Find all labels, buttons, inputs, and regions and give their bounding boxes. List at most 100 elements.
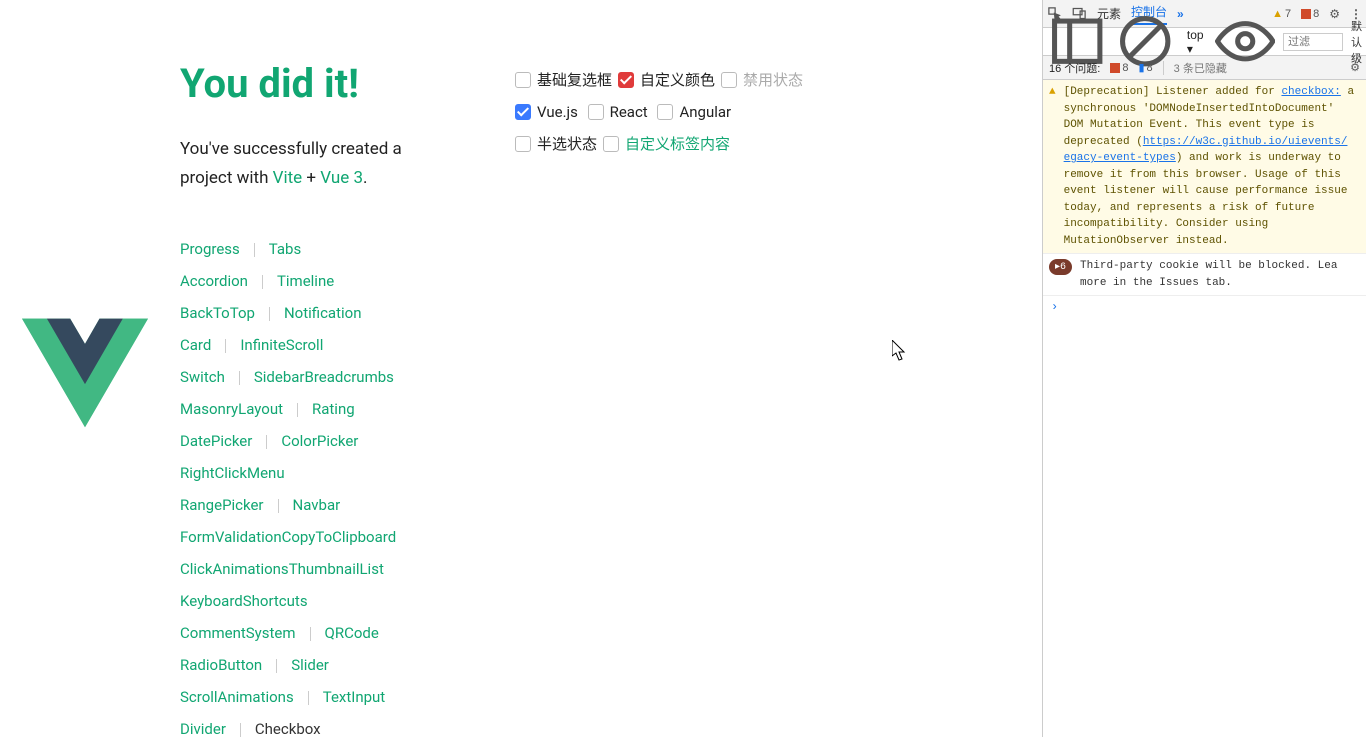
hero-title: You did it! (180, 60, 440, 107)
checkbox-custom-color-label: 自定义颜色 (640, 66, 715, 95)
nav-link-accordion[interactable]: Accordion (180, 272, 248, 290)
nav-link-thumbnaillist[interactable]: ThumbnailList (289, 560, 384, 578)
vue-logo (22, 318, 148, 428)
nav-separator (276, 659, 277, 673)
cookie-count-badge[interactable]: ▸ 6 (1049, 259, 1072, 275)
page-content: You did it! You've successfully created … (180, 60, 440, 745)
checkbox-demo: 基础复选框 自定义颜色 禁用状态 Vue.js React Angular 半选… (515, 66, 815, 161)
checkbox-basic[interactable]: 基础复选框 (515, 66, 612, 95)
separator (1163, 61, 1164, 75)
more-tabs-icon[interactable]: » (1177, 7, 1184, 21)
issues-bar: 16 个问题: 8 ▮8 3 条已隐藏 ⚙ (1043, 56, 1366, 80)
checkbox-custom-color[interactable]: 自定义颜色 (618, 66, 715, 95)
errors-count: 8 (1313, 8, 1319, 20)
console-filter-input[interactable] (1283, 33, 1343, 51)
dep-link-source[interactable]: checkbox: (1281, 86, 1340, 98)
nav-link-infinitescroll[interactable]: InfiniteScroll (240, 336, 323, 354)
checkbox-basic-label: 基础复选框 (537, 66, 612, 95)
console-prompt[interactable]: › (1043, 296, 1366, 318)
checkbox-vuejs[interactable]: Vue.js (515, 98, 578, 127)
context-top: top (1187, 28, 1204, 42)
nav-separator (297, 403, 298, 417)
issues-gear-icon[interactable]: ⚙ (1350, 61, 1360, 74)
log-level-selector[interactable]: 默认级 (1351, 18, 1362, 66)
nav-link-formvalidation[interactable]: FormValidation (180, 528, 282, 546)
warning-body: [Deprecation] Listener added for checkbo… (1064, 84, 1360, 249)
nav-link-rangepicker[interactable]: RangePicker (180, 496, 264, 514)
dep-pre: [Deprecation] Listener added for (1064, 86, 1282, 98)
nav-link-switch[interactable]: Switch (180, 368, 225, 386)
checkbox-react[interactable]: React (588, 98, 648, 127)
gear-icon[interactable]: ⚙ (1329, 7, 1340, 21)
nav-link-divider[interactable]: Divider (180, 720, 226, 738)
checkbox-disabled-input (721, 72, 737, 88)
nav-link-radiobutton[interactable]: RadioButton (180, 656, 262, 674)
warnings-count: 7 (1285, 8, 1291, 20)
dep-body2: ) and work is underway to remove it from… (1064, 152, 1348, 247)
nav-link-rating[interactable]: Rating (312, 400, 355, 418)
checkbox-disabled-label: 禁用状态 (743, 66, 803, 95)
nav-separator (266, 435, 267, 449)
nav-link-navbar[interactable]: Navbar (293, 496, 341, 514)
nav-link-masonrylayout[interactable]: MasonryLayout (180, 400, 283, 418)
checkbox-vuejs-input[interactable] (515, 104, 531, 120)
console-toolbar: top ▾ 默认级 (1043, 28, 1366, 56)
devtools-panel: 元素 控制台 » ▲7 8 ⚙ ⋮ top ▾ 默认级 16 个问题: 8 ▮8… (1042, 0, 1366, 737)
nav-separator (262, 275, 263, 289)
checkbox-half-input[interactable] (515, 136, 531, 152)
hero-subtitle: You've successfully created a project wi… (180, 135, 440, 193)
nav-link-colorpicker[interactable]: ColorPicker (281, 432, 358, 450)
nav-link-rightclickmenu[interactable]: RightClickMenu (180, 464, 285, 482)
nav-link-checkbox[interactable]: Checkbox (255, 720, 321, 738)
checkbox-angular[interactable]: Angular (657, 98, 731, 127)
checkbox-custom-color-input[interactable] (618, 72, 634, 88)
nav-link-keyboardshortcuts[interactable]: KeyboardShortcuts (180, 592, 308, 610)
nav-link-sidebar[interactable]: Sidebar (254, 368, 305, 386)
checkbox-react-input[interactable] (588, 104, 604, 120)
nav-separator (269, 307, 270, 321)
nav-link-commentsystem[interactable]: CommentSystem (180, 624, 296, 642)
nav-link-copytoclipboard[interactable]: CopyToClipboard (282, 528, 397, 546)
nav-link-slider[interactable]: Slider (291, 656, 329, 674)
issues-err-count: 8 (1122, 62, 1128, 74)
component-nav: Progress Tabs Accordion Timeline BackToTop No… (180, 233, 440, 745)
console-cookie-msg: ▸ 6 Third-party cookie will be blocked. … (1043, 254, 1366, 296)
cookie-count: 6 (1060, 260, 1066, 275)
issues-label: 16 个问题: (1049, 60, 1100, 76)
nav-link-scrollanimations[interactable]: ScrollAnimations (180, 688, 294, 706)
dep-link-types[interactable]: egacy-event-types (1064, 152, 1176, 164)
nav-link-datepicker[interactable]: DatePicker (180, 432, 252, 450)
nav-link-backtotop[interactable]: BackToTop (180, 304, 255, 322)
nav-link-progress[interactable]: Progress (180, 240, 240, 258)
issues-chat-badge[interactable]: ▮8 (1138, 61, 1152, 74)
errors-badge[interactable]: 8 (1301, 8, 1319, 20)
context-selector[interactable]: top ▾ (1184, 27, 1207, 57)
checkbox-vuejs-label: Vue.js (537, 98, 578, 127)
nav-link-card[interactable]: Card (180, 336, 211, 354)
checkbox-custom-tag-input[interactable] (603, 136, 619, 152)
dep-link-spec[interactable]: https://w3c.github.io/uievents/ (1143, 136, 1348, 148)
nav-link-textinput[interactable]: TextInput (323, 688, 386, 706)
checkbox-angular-input[interactable] (657, 104, 673, 120)
checkbox-custom-tag-label: 自定义标签内容 (625, 130, 730, 159)
nav-link-qrcode[interactable]: QRCode (325, 624, 379, 642)
nav-link-tabs[interactable]: Tabs (269, 240, 301, 258)
checkbox-react-label: React (610, 98, 648, 127)
nav-link-notification[interactable]: Notification (284, 304, 362, 322)
checkbox-half-label: 半选状态 (537, 130, 597, 159)
cookie-body: Third-party cookie will be blocked. Lea … (1080, 258, 1360, 291)
nav-link-clickanimations[interactable]: ClickAnimations (180, 560, 289, 578)
vite-link[interactable]: Vite (273, 168, 303, 188)
console-messages[interactable]: ▲ [Deprecation] Listener added for check… (1043, 80, 1366, 737)
vue3-link[interactable]: Vue 3 (320, 168, 363, 188)
checkbox-custom-tag[interactable]: 自定义标签内容 (603, 130, 730, 159)
checkbox-basic-input[interactable] (515, 72, 531, 88)
nav-separator (240, 723, 241, 737)
nav-link-timeline[interactable]: Timeline (277, 272, 334, 290)
issues-err-badge[interactable]: 8 (1110, 62, 1128, 74)
checkbox-half[interactable]: 半选状态 (515, 130, 597, 159)
nav-link-breadcrumbs[interactable]: Breadcrumbs (305, 368, 394, 386)
warning-icon: ▲ (1049, 84, 1056, 249)
issues-chat-count: 8 (1147, 62, 1153, 74)
hero-dot: . (363, 168, 367, 188)
